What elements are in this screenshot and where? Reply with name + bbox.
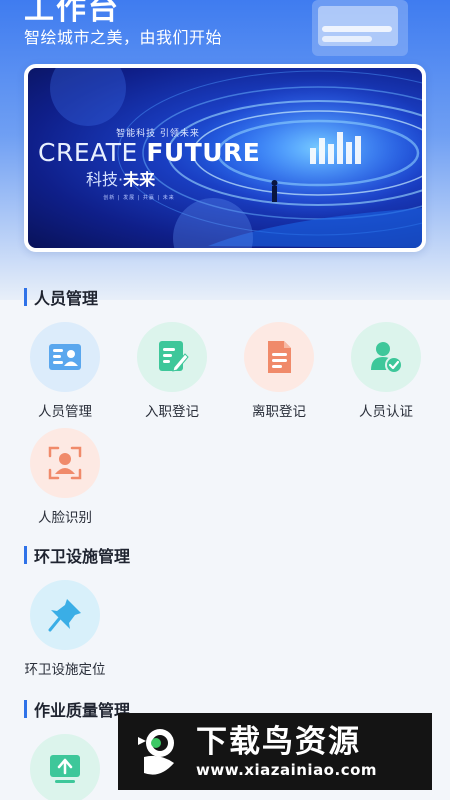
tile-icon-circle <box>30 580 100 650</box>
id-card-icon <box>49 344 81 370</box>
section-header-personnel: 人员管理 <box>24 286 98 308</box>
section-accent-bar <box>24 288 27 306</box>
section-title: 作业质量管理 <box>34 701 131 720</box>
tile-icon-circle <box>351 322 421 392</box>
tile-label: 人员认证 <box>359 404 413 420</box>
tile-resignation-registration[interactable]: 离职登记 <box>234 322 324 420</box>
section-accent-bar <box>24 546 27 564</box>
upload-screen-icon <box>50 755 80 783</box>
banner-subheadline: 科技·未来 <box>86 166 155 190</box>
tile-icon-circle <box>137 322 207 392</box>
tile-onboarding-registration[interactable]: 入职登记 <box>127 322 217 420</box>
banner-sub-strong: 未来 <box>123 170 156 189</box>
tile-personnel-verification[interactable]: 人员认证 <box>341 322 431 420</box>
tile-label: 入职登记 <box>145 404 199 420</box>
section-title: 环卫设施管理 <box>34 547 131 566</box>
section-header-work-quality: 作业质量管理 <box>24 698 130 720</box>
promo-banner[interactable]: 智能科技 引领未来 CREATE FUTURE 科技·未来 创新 | 发展 | … <box>24 64 426 252</box>
banner-headline: CREATE FUTURE <box>38 138 260 167</box>
tile-work-quality-upload[interactable] <box>20 734 110 800</box>
tile-facility-location[interactable]: 环卫设施定位 <box>20 580 110 678</box>
tile-label: 人脸识别 <box>38 510 92 526</box>
tile-label: 离职登记 <box>252 404 306 420</box>
section-title: 人员管理 <box>34 289 99 308</box>
folder-decoration-icon <box>312 0 408 56</box>
watermark-title: 下载鸟资源 <box>196 723 361 760</box>
document-icon <box>268 341 291 373</box>
tile-icon-circle <box>30 428 100 498</box>
watermark-overlay: 下载鸟资源 www.xiazainiao.com <box>118 713 432 790</box>
edit-document-icon <box>159 341 189 372</box>
banner-headline-thin: CREATE <box>38 138 147 167</box>
section-accent-bar <box>24 700 27 718</box>
tile-icon-circle <box>30 322 100 392</box>
pushpin-icon <box>48 599 81 632</box>
user-verified-icon <box>371 342 403 374</box>
tile-label: 环卫设施定位 <box>24 662 106 678</box>
tile-icon-circle <box>30 734 100 800</box>
tile-face-recognition[interactable]: 人脸识别 <box>20 428 110 526</box>
page-subtitle: 智绘城市之美，由我们开始 <box>24 28 223 47</box>
bird-logo-icon <box>138 729 174 775</box>
banner-headline-bold: FUTURE <box>146 138 261 167</box>
section-header-sanitation-facilities: 环卫设施管理 <box>24 544 130 566</box>
face-scan-icon <box>48 446 82 480</box>
tile-personnel-management[interactable]: 人员管理 <box>20 322 110 420</box>
watermark-url: www.xiazainiao.com <box>196 760 378 779</box>
banner-sub-light: 科技· <box>86 170 124 189</box>
tile-label: 人员管理 <box>38 404 92 420</box>
banner-tags: 创新 | 发展 | 共赢 | 未来 <box>103 195 175 201</box>
tile-icon-circle <box>244 322 314 392</box>
